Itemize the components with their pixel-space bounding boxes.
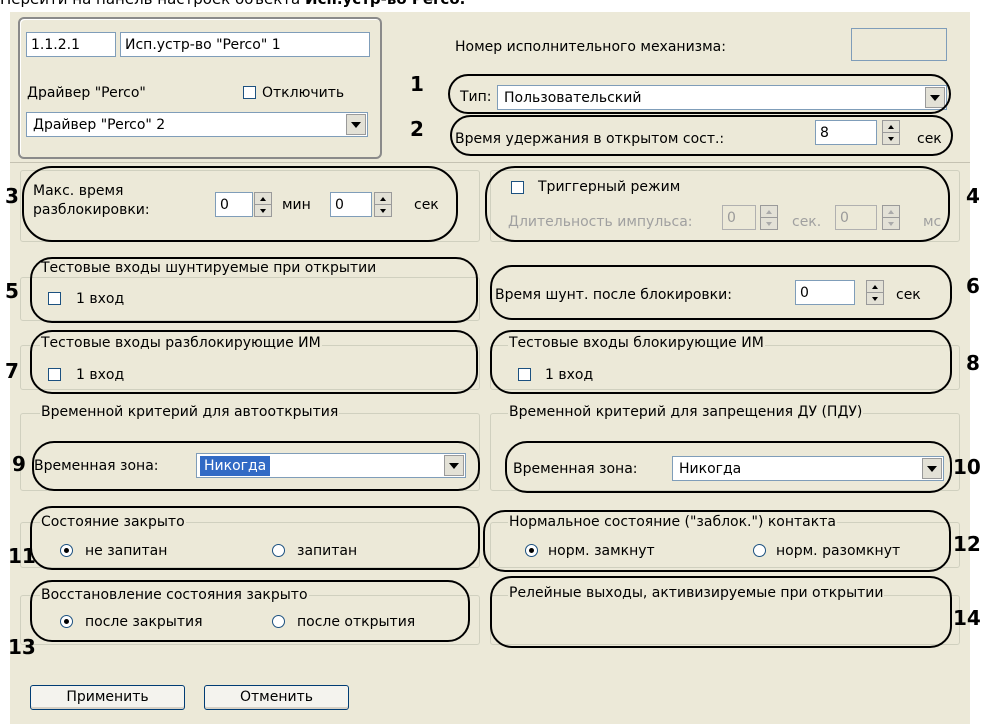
- callout-oval-10: [505, 441, 952, 493]
- callout-number-12: 12: [953, 532, 981, 556]
- callout-number-9: 9: [12, 452, 26, 476]
- callout-number-6: 6: [966, 274, 980, 298]
- callout-oval-2: [450, 115, 953, 156]
- callout-oval-8: [490, 330, 952, 394]
- callout-number-8: 8: [966, 351, 980, 375]
- callout-oval-11: [30, 506, 480, 570]
- callout-number-1: 1: [410, 72, 424, 96]
- callout-number-3: 3: [5, 184, 19, 208]
- divider: [10, 162, 970, 163]
- callout-oval-12: [483, 510, 951, 572]
- mechanism-number-field[interactable]: [851, 28, 947, 61]
- driver-select[interactable]: Драйвер "Perco" 2: [26, 112, 368, 137]
- callout-oval-9: [32, 441, 480, 491]
- callout-number-11: 11: [8, 544, 36, 568]
- cancel-button[interactable]: Отменить: [204, 685, 349, 710]
- chevron-down-icon[interactable]: [346, 114, 366, 135]
- object-name-field[interactable]: [120, 32, 370, 57]
- caption-object-name: Исп.устр-во Perco.: [305, 0, 465, 8]
- object-id-field[interactable]: [26, 32, 116, 57]
- callout-oval-5: [30, 257, 478, 323]
- callout-oval-13: [30, 580, 470, 642]
- callout-number-2: 2: [410, 117, 424, 141]
- driver-select-value: Драйвер "Perco" 2: [33, 117, 166, 133]
- callout-number-7: 7: [5, 359, 19, 383]
- remote-ban-title: Временной критерий для запрещения ДУ (ПД…: [508, 403, 864, 421]
- page-caption: Перейти на панель настроек объекта Исп.у…: [0, 0, 465, 8]
- callout-number-4: 4: [966, 184, 980, 208]
- callout-number-14: 14: [953, 606, 981, 630]
- callout-number-13: 13: [8, 635, 36, 659]
- disable-label: Отключить: [262, 85, 345, 101]
- apply-button[interactable]: Применить: [30, 685, 185, 710]
- disable-checkbox[interactable]: [243, 86, 256, 99]
- callout-number-5: 5: [5, 279, 19, 303]
- callout-oval-6: [490, 265, 952, 320]
- callout-oval-14: [490, 576, 952, 648]
- mechanism-number-label: Номер исполнительного механизма:: [455, 39, 726, 55]
- callout-oval-7: [30, 330, 478, 394]
- callout-oval-3: [22, 166, 458, 242]
- callout-oval-4: [485, 166, 950, 242]
- auto-open-title: Временной критерий для автооткрытия: [40, 403, 340, 421]
- callout-oval-1: [448, 74, 951, 114]
- caption-text: Перейти на панель настроек объекта: [0, 0, 305, 8]
- driver-label: Драйвер "Perco": [27, 85, 146, 101]
- callout-number-10: 10: [953, 455, 981, 479]
